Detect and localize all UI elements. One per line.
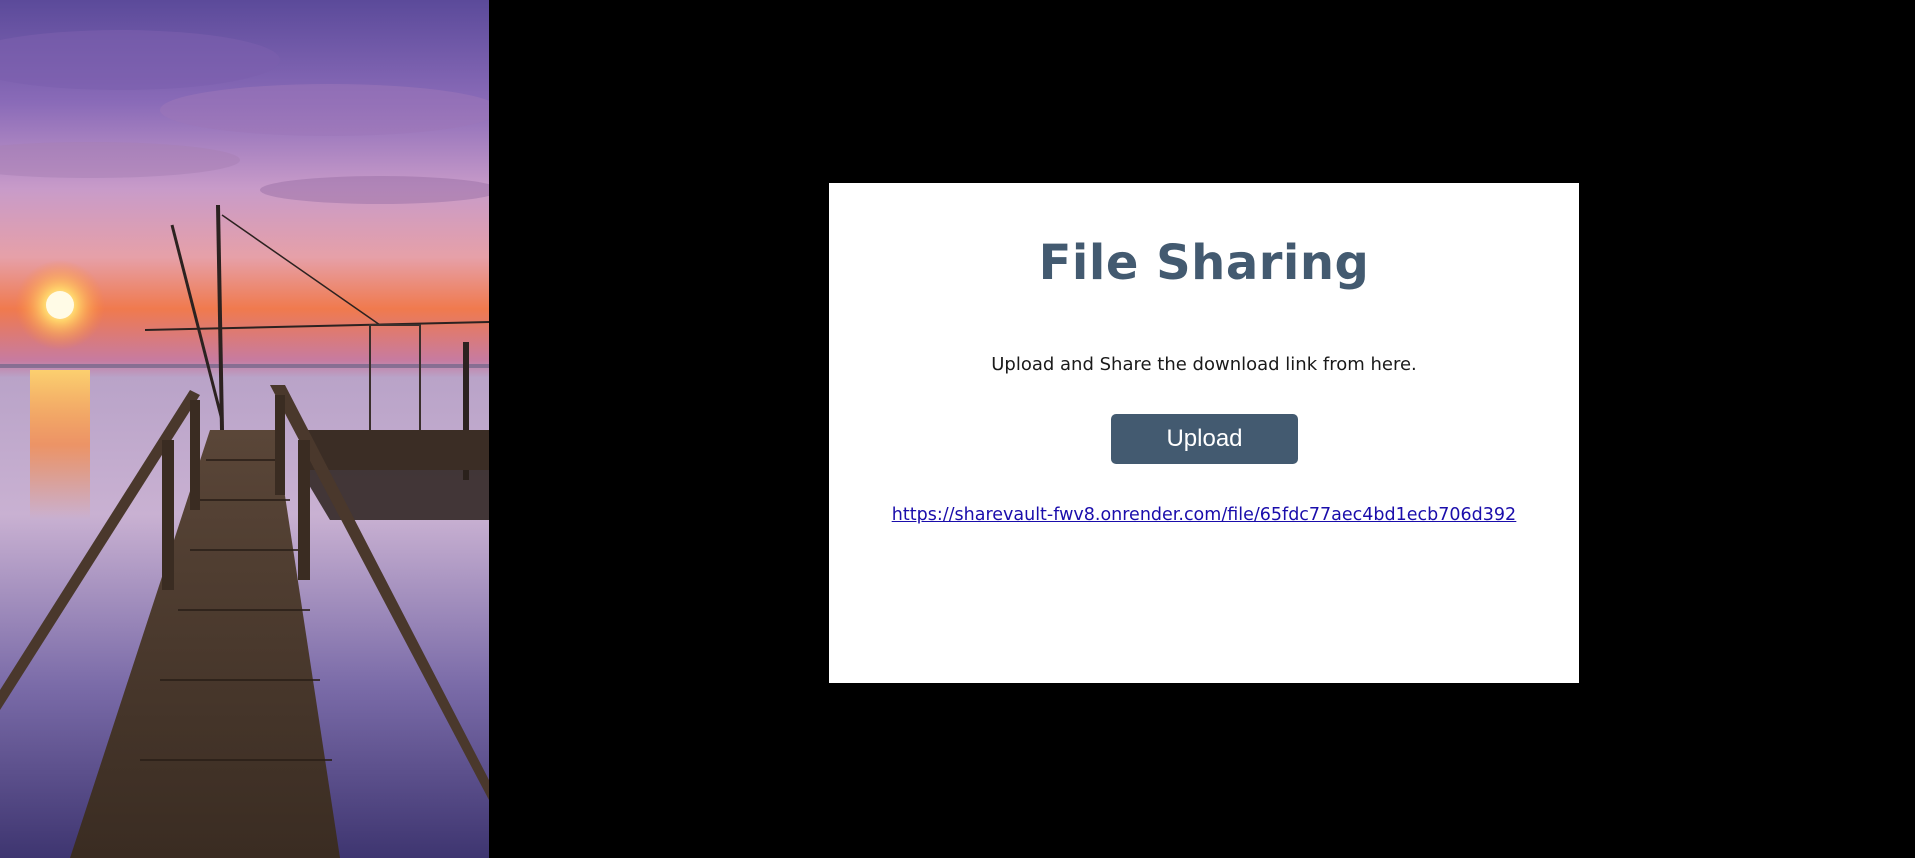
sunset-pier-photo (0, 0, 489, 858)
instructions-text: Upload and Share the download link from … (991, 354, 1417, 375)
share-link-container: https://sharevault-fwv8.onrender.com/fil… (829, 505, 1579, 525)
page-title: File Sharing (1038, 235, 1370, 291)
download-link[interactable]: https://sharevault-fwv8.onrender.com/fil… (892, 505, 1516, 525)
file-sharing-card: File Sharing Upload and Share the downlo… (829, 183, 1579, 683)
page: File Sharing Upload and Share the downlo… (0, 0, 1915, 858)
upload-button[interactable]: Upload (1111, 414, 1298, 464)
